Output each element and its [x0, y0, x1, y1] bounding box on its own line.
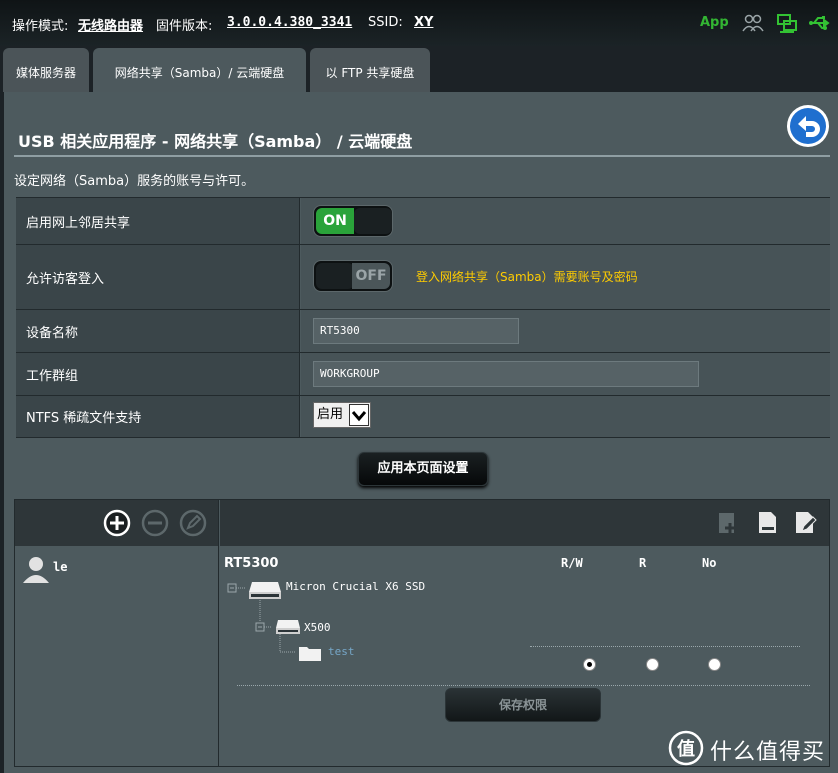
delete-folder-icon[interactable] — [754, 509, 782, 537]
app-link[interactable]: App — [700, 15, 729, 30]
setting-row-ntfs: NTFS 稀疏文件支持 启用 — [16, 396, 830, 438]
permission-no-radio[interactable] — [708, 658, 721, 671]
setting-row-device-name: 设备名称 RT5300 — [16, 310, 830, 353]
guest-login-toggle[interactable]: OFF — [313, 260, 393, 292]
neighborhood-label: 启用网上邻居共享 — [16, 198, 300, 244]
toggle-off-label: OFF — [352, 263, 390, 289]
setting-row-guest: 允许访客登入 OFF 登入网络共享（Samba）需要账号及密码 — [16, 245, 830, 310]
chevron-down-icon[interactable] — [349, 404, 369, 426]
ssid-link[interactable]: XY — [414, 15, 433, 30]
operation-mode-link[interactable]: 无线路由器 — [78, 15, 143, 34]
title-divider — [14, 155, 830, 157]
remove-account-icon[interactable] — [141, 509, 169, 537]
edit-account-icon[interactable] — [179, 509, 207, 537]
neighborhood-toggle[interactable]: ON — [313, 205, 393, 237]
tab-bar: 媒体服务器 网络共享（Samba）/ 云端硬盘 以 FTP 共享硬盘 — [0, 46, 838, 92]
workgroup-input[interactable]: WORKGROUP — [313, 361, 699, 387]
watermark: 值 什么值得买 — [668, 728, 838, 768]
main-panel: USB 相关应用程序 - 网络共享（Samba） / 云端硬盘 设定网络（Sam… — [4, 92, 838, 773]
status-bar: 操作模式: 无线路由器 固件版本: 3.0.0.4.380_3341 SSID:… — [0, 0, 838, 46]
permission-r-radio[interactable] — [646, 658, 659, 671]
router-admin-page: 操作模式: 无线路由器 固件版本: 3.0.0.4.380_3341 SSID:… — [0, 0, 838, 773]
column-r: R — [639, 556, 647, 570]
network-icon[interactable] — [776, 12, 798, 34]
guest-login-hint: 登入网络共享（Samba）需要账号及密码 — [416, 270, 638, 284]
ntfs-select[interactable]: 启用 — [313, 402, 371, 428]
tab-samba-share[interactable]: 网络共享（Samba）/ 云端硬盘 — [93, 48, 306, 92]
back-arrow-icon[interactable] — [786, 104, 830, 148]
account-list: le — [15, 546, 219, 766]
tab-ftp-share[interactable]: 以 FTP 共享硬盘 — [310, 48, 430, 92]
permission-rw-radio[interactable] — [583, 658, 596, 671]
users-icon[interactable] — [742, 12, 764, 34]
partition-icon — [276, 620, 300, 634]
ntfs-label: NTFS 稀疏文件支持 — [16, 396, 300, 437]
setting-row-workgroup: 工作群组 WORKGROUP — [16, 353, 830, 396]
tree-lines — [227, 583, 296, 653]
add-folder-icon[interactable] — [714, 509, 742, 537]
add-account-icon[interactable] — [103, 509, 131, 537]
disk-name[interactable]: Micron Crucial X6 SSD — [286, 580, 425, 593]
firmware-version-link[interactable]: 3.0.0.4.380_3341 — [227, 15, 352, 30]
save-permissions-button[interactable]: 保存权限 — [445, 688, 601, 722]
tab-media-server[interactable]: 媒体服务器 — [3, 48, 89, 92]
folder-toolbar — [220, 500, 829, 546]
usb-icon[interactable] — [808, 12, 830, 34]
toggle-on-label: ON — [316, 208, 354, 234]
page-title: USB 相关应用程序 - 网络共享（Samba） / 云端硬盘 — [18, 132, 413, 151]
ssid-label: SSID: — [368, 15, 403, 30]
account-name[interactable]: le — [53, 560, 67, 574]
workgroup-label: 工作群组 — [16, 353, 300, 395]
folder-name[interactable]: test — [328, 645, 355, 658]
setting-row-neighborhood: 启用网上邻居共享 ON — [16, 197, 830, 245]
user-avatar-icon — [23, 557, 49, 583]
edit-folder-icon[interactable] — [792, 509, 820, 537]
column-rw: R/W — [561, 556, 583, 570]
smzdm-logo-icon: 值 — [668, 730, 704, 766]
apply-settings-button[interactable]: 应用本页面设置 — [358, 452, 488, 486]
watermark-text: 什么值得买 — [710, 740, 826, 765]
svg-text:值: 值 — [677, 738, 695, 760]
guest-login-label: 允许访客登入 — [16, 245, 300, 309]
device-name-label: 设备名称 — [16, 310, 300, 352]
hard-disk-icon — [249, 582, 281, 599]
settings-table: 启用网上邻居共享 ON 允许访客登入 OFF 登入网络共享（Samba）需要账号… — [16, 197, 830, 438]
column-no: No — [702, 556, 717, 570]
account-toolbar — [15, 500, 219, 546]
permissions-panel: le RT5300 R/W R No Micron Crucial X6 SSD… — [14, 499, 830, 767]
page-description: 设定网络（Samba）服务的账号与许可。 — [14, 174, 255, 189]
ntfs-selected-value: 启用 — [317, 407, 344, 422]
partition-name[interactable]: X500 — [304, 621, 331, 634]
firmware-label: 固件版本: — [156, 19, 213, 34]
device-name-input[interactable]: RT5300 — [313, 318, 519, 344]
operation-mode-label: 操作模式: — [12, 19, 69, 34]
folder-icon — [299, 647, 321, 661]
